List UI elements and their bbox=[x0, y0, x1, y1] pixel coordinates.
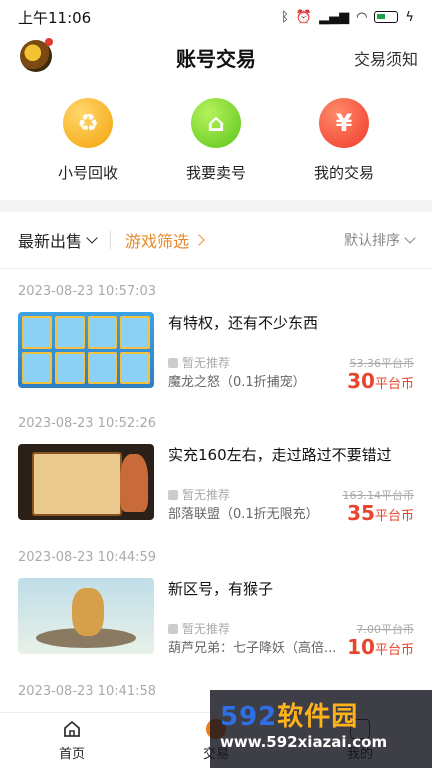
watermark-url: www.592xiazai.com bbox=[220, 733, 388, 751]
listing-time: 2023-08-23 10:57:03 bbox=[18, 284, 157, 299]
watermark-logo: 592软件园 bbox=[220, 696, 422, 733]
listing-item[interactable]: 2023-08-23 10:44:59 新区号，有猴子 暂无推荐 葫芦兄弟：七子… bbox=[0, 536, 432, 668]
screen: 上午11:06 ᛒ ⏰ ▂▄▆ ◠ ϟ 账号交易 交易须知 ♻ 小号回收 ⌂ 我… bbox=[0, 0, 432, 768]
thumbs-up-icon bbox=[168, 623, 178, 634]
thumbs-up-icon bbox=[168, 357, 178, 368]
trade-rules-link[interactable]: 交易须知 bbox=[354, 46, 418, 70]
listing-time: 2023-08-23 10:44:59 bbox=[18, 550, 157, 565]
status-icons: ᛒ ⏰ ▂▄▆ ◠ ϟ bbox=[281, 10, 414, 25]
watermark-number: 592 bbox=[220, 702, 278, 732]
listing-item[interactable]: 2023-08-23 10:57:03 有特权，还有不少东西 暂无推荐 魔龙之怒… bbox=[0, 270, 432, 402]
home-icon bbox=[62, 719, 82, 739]
listing-item[interactable]: 2023-08-23 10:52:26 实充160左右，走过路过不要错过 暂无推… bbox=[0, 402, 432, 534]
tab-home[interactable]: 首页 bbox=[0, 713, 144, 768]
recommend-badge: 暂无推荐 bbox=[168, 354, 230, 371]
listing-game: 部落联盟（0.1折无限充） bbox=[168, 507, 319, 522]
sort-dropdown[interactable]: 默认排序 bbox=[344, 230, 416, 250]
filter-bar: 最新出售 游戏筛选 默认排序 bbox=[0, 222, 432, 258]
listing-price: 30平台币 bbox=[347, 369, 414, 393]
action-label: 我的交易 bbox=[313, 164, 374, 182]
price-unit: 平台币 bbox=[374, 509, 414, 524]
latest-filter[interactable]: 最新出售 bbox=[18, 228, 98, 252]
wifi-icon: ◠ bbox=[356, 9, 368, 25]
wallet-icon: ¥ bbox=[319, 98, 369, 148]
notification-dot bbox=[45, 38, 53, 46]
listing-title: 实充160左右，走过路过不要错过 bbox=[168, 446, 392, 464]
listing-game: 魔龙之怒（0.1折捕宠） bbox=[168, 375, 306, 390]
listing-time: 2023-08-23 10:41:58 bbox=[18, 684, 157, 699]
recommend-text: 暂无推荐 bbox=[182, 488, 231, 502]
header: 账号交易 交易须知 bbox=[0, 34, 432, 80]
battery-icon bbox=[374, 11, 399, 23]
game-filter[interactable]: 游戏筛选 bbox=[125, 228, 205, 252]
listing-price: 35平台币 bbox=[347, 501, 414, 525]
game-filter-label: 游戏筛选 bbox=[125, 232, 190, 251]
alarm-icon: ⏰ bbox=[295, 9, 313, 25]
price-unit: 平台币 bbox=[374, 377, 414, 392]
listing-thumbnail bbox=[18, 578, 154, 654]
filter-separator bbox=[110, 231, 112, 249]
action-label: 我要卖号 bbox=[185, 164, 246, 182]
listing-title: 新区号，有猴子 bbox=[168, 580, 274, 598]
price-unit: 平台币 bbox=[374, 643, 414, 658]
chevron-down-icon bbox=[404, 232, 416, 244]
listing-thumbnail bbox=[18, 444, 154, 520]
watermark: 592软件园 www.592xiazai.com bbox=[210, 690, 432, 768]
action-label: 小号回收 bbox=[57, 164, 118, 182]
sort-label: 默认排序 bbox=[344, 233, 400, 249]
price-value: 10 bbox=[347, 635, 375, 659]
action-sell[interactable]: ⌂ 我要卖号 bbox=[166, 98, 266, 183]
latest-filter-label: 最新出售 bbox=[18, 232, 83, 251]
signal-icon: ▂▄▆ bbox=[319, 9, 350, 25]
watermark-brand: 软件园 bbox=[277, 702, 359, 732]
filter-divider bbox=[0, 268, 432, 269]
charging-icon: ϟ bbox=[405, 9, 414, 25]
recommend-badge: 暂无推荐 bbox=[168, 486, 230, 503]
bluetooth-icon: ᛒ bbox=[281, 9, 289, 25]
price-value: 30 bbox=[347, 369, 375, 393]
listing-thumbnail bbox=[18, 312, 154, 388]
thumbs-up-icon bbox=[168, 489, 178, 500]
section-divider bbox=[0, 200, 432, 212]
action-my-trades[interactable]: ¥ 我的交易 bbox=[294, 98, 394, 183]
recommend-text: 暂无推荐 bbox=[182, 356, 231, 370]
page-title: 账号交易 bbox=[176, 46, 256, 71]
shop-icon: ⌂ bbox=[191, 98, 241, 148]
recommend-text: 暂无推荐 bbox=[182, 622, 231, 636]
recommend-badge: 暂无推荐 bbox=[168, 620, 230, 637]
action-recycle[interactable]: ♻ 小号回收 bbox=[38, 98, 138, 183]
status-bar: 上午11:06 ᛒ ⏰ ▂▄▆ ◠ ϟ bbox=[0, 0, 432, 34]
price-value: 35 bbox=[347, 501, 375, 525]
recycle-icon: ♻ bbox=[63, 98, 113, 148]
listing-title: 有特权，还有不少东西 bbox=[168, 314, 319, 332]
listing-price: 10平台币 bbox=[347, 635, 414, 659]
listing-time: 2023-08-23 10:52:26 bbox=[18, 416, 157, 431]
tab-label: 首页 bbox=[58, 747, 85, 762]
chevron-down-icon bbox=[86, 232, 98, 244]
listing-game: 葫芦兄弟：七子降妖（高倍... bbox=[168, 641, 337, 656]
chevron-right-icon bbox=[193, 234, 205, 246]
status-time: 上午11:06 bbox=[18, 8, 92, 27]
quick-actions: ♻ 小号回收 ⌂ 我要卖号 ¥ 我的交易 bbox=[0, 98, 432, 183]
